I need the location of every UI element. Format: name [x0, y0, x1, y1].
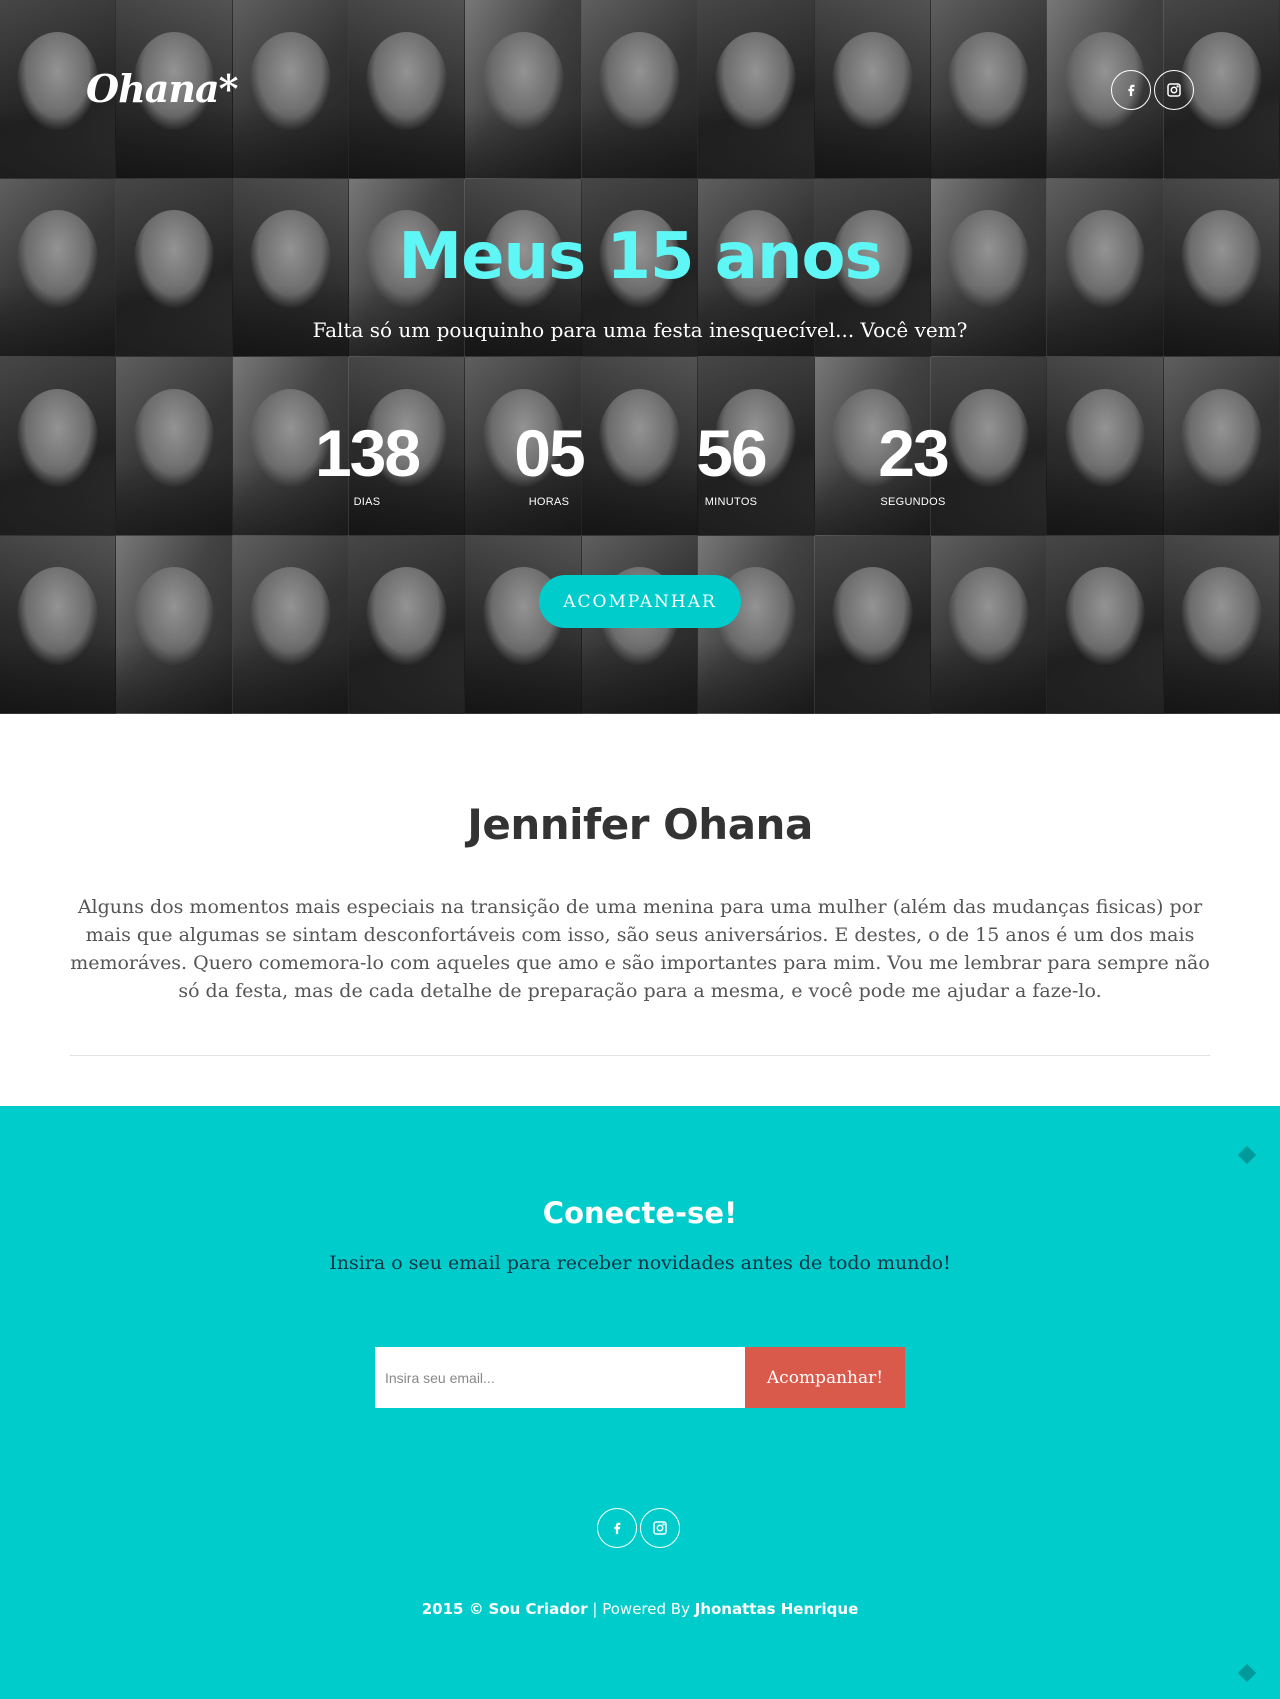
site-logo[interactable]: Ohana*: [86, 66, 238, 111]
countdown-label: SEGUNDOS: [880, 496, 946, 508]
instagram-link[interactable]: [640, 1508, 680, 1548]
countdown-value: 138: [314, 416, 421, 490]
follow-button[interactable]: ACOMPANHAR: [539, 575, 741, 628]
header-social-links: [1111, 70, 1194, 110]
countdown-label: MINUTOS: [704, 496, 758, 508]
facebook-icon: [1128, 84, 1135, 96]
countdown-label: HORAS: [528, 496, 570, 508]
countdown-value: 23: [878, 416, 949, 490]
instagram-icon: [1167, 83, 1181, 97]
countdown-minutes: 56 MINUTOS: [640, 418, 822, 508]
footer-social-links: [597, 1508, 680, 1548]
countdown-days: 138 DIAS: [276, 418, 458, 508]
footer-year: 2015 ©: [421, 1600, 484, 1618]
countdown-label: DIAS: [353, 496, 381, 508]
hero-section: Ohana* Meus 15 anos Falta só um pouquinh…: [0, 0, 1280, 714]
about-text: Alguns dos momentos mais especiais na tr…: [70, 896, 1210, 1002]
countdown-seconds: 23 SEGUNDOS: [822, 418, 1004, 508]
instagram-link[interactable]: [1154, 70, 1194, 110]
footer-powered-by: | Powered By: [592, 1600, 690, 1618]
section-divider: [70, 1055, 1210, 1056]
hero-subtitle: Falta só um pouquinho para uma festa ine…: [312, 318, 968, 342]
scroll-icon[interactable]: [1236, 1144, 1258, 1166]
countdown-hours: 05 HORAS: [458, 418, 640, 508]
connect-title: Conecte-se!: [542, 1196, 738, 1230]
facebook-icon: [614, 1522, 621, 1534]
countdown-value: 56: [696, 416, 767, 490]
about-title: Jennifer Ohana: [467, 800, 813, 849]
facebook-link[interactable]: [1111, 70, 1151, 110]
hero-title: Meus 15 anos: [398, 220, 882, 294]
email-input[interactable]: [375, 1347, 745, 1408]
subscribe-button[interactable]: Acompanhar!: [745, 1347, 905, 1408]
countdown-value: 05: [514, 416, 585, 490]
connect-section: Conecte-se! Insira o seu email para rece…: [0, 1106, 1280, 1699]
scroll-icon[interactable]: [1236, 1662, 1258, 1684]
footer-brand-link[interactable]: Sou Criador: [489, 1600, 588, 1618]
footer-credits: 2015 © Sou Criador | Powered By Jhonatta…: [0, 1600, 1280, 1618]
footer-author-link[interactable]: Jhonattas Henrique: [695, 1600, 859, 1618]
countdown: 138 DIAS 05 HORAS 56 MINUTOS 23 SEGUNDOS: [0, 418, 1280, 508]
instagram-icon: [653, 1521, 667, 1535]
facebook-link[interactable]: [597, 1508, 637, 1548]
connect-subtitle: Insira o seu email para receber novidade…: [329, 1252, 951, 1274]
